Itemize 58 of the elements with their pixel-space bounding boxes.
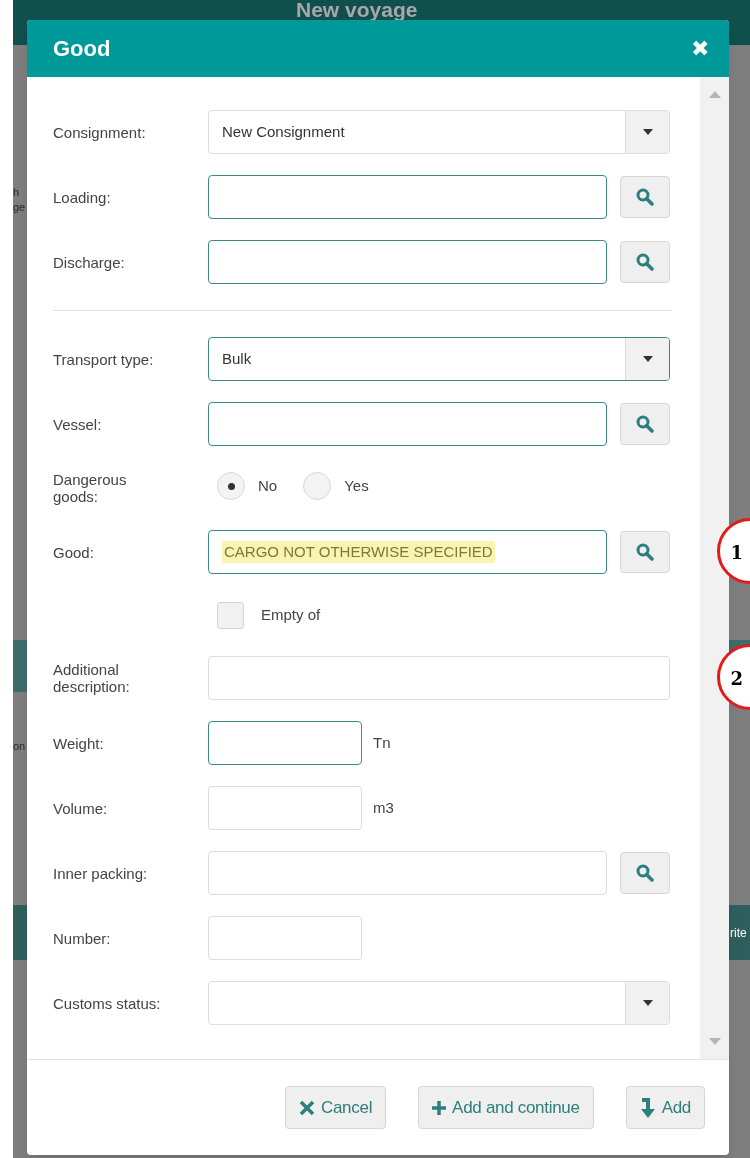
field-label: Transport type: [53,350,154,368]
unit-label: Tn [373,732,391,753]
input-field[interactable] [208,402,607,446]
field-label: Vessel: [53,415,102,433]
caret-icon [642,129,653,135]
select-field[interactable]: New Consignment [208,110,670,154]
unit-label: m3 [373,797,394,818]
input-field[interactable]: CARGO NOT OTHERWISE SPECIFIED [208,530,607,574]
background-text: ge [13,201,26,214]
select-field[interactable]: Bulk [208,337,670,381]
input-field[interactable] [208,721,362,765]
search-button[interactable] [620,176,670,218]
plus-icon [432,1100,447,1115]
search-icon [636,253,654,271]
select-field[interactable] [208,981,670,1025]
field-value: New Consignment [222,121,345,142]
search-button[interactable] [620,403,670,445]
search-button[interactable] [620,531,670,573]
input-field[interactable] [208,240,607,284]
input-field[interactable] [208,175,607,219]
field-label: Discharge: [53,253,125,271]
add-continue-button[interactable]: Add and continue [418,1086,594,1129]
field-label: Dangerous goods: [53,471,128,505]
background-text: on [13,740,26,753]
search-icon [636,543,654,561]
field-label: Weight: [53,734,104,752]
close-button[interactable]: ✖ [691,37,709,60]
field-value: Bulk [222,348,252,369]
add-button[interactable]: Add [625,1086,705,1129]
search-icon [636,188,654,206]
field-label: Number: [53,929,111,947]
field-label: Loading: [53,188,111,206]
field-label: Consignment: [53,123,146,141]
field-label: Good: [53,543,94,561]
search-icon [636,864,654,882]
down-arrow-icon [639,1097,656,1118]
cancel-button[interactable]: Cancel [285,1086,387,1129]
caret-icon [642,1000,653,1006]
field-label: Additional description: [53,661,131,695]
caret-icon [642,356,653,362]
field-value: CARGO NOT OTHERWISE SPECIFIED [222,540,495,564]
background-text: rite [730,926,747,940]
field-label: Customs status: [53,994,161,1012]
background-text: h [13,186,20,199]
dialog-title: Good [53,35,111,63]
search-button[interactable] [620,241,670,283]
search-icon [636,415,654,433]
x-icon [299,1099,315,1116]
field-label: Volume: [53,799,108,817]
page-title: New voyage [296,0,418,20]
radio-button[interactable] [303,472,332,500]
search-button[interactable] [620,852,670,894]
checkbox[interactable] [217,601,244,629]
radio-label: Yes [344,475,369,496]
radio-button[interactable] [217,472,245,500]
radio-label: No [258,475,278,496]
field-label: Inner packing: [53,864,148,882]
checkbox-label: Empty of [261,604,321,625]
